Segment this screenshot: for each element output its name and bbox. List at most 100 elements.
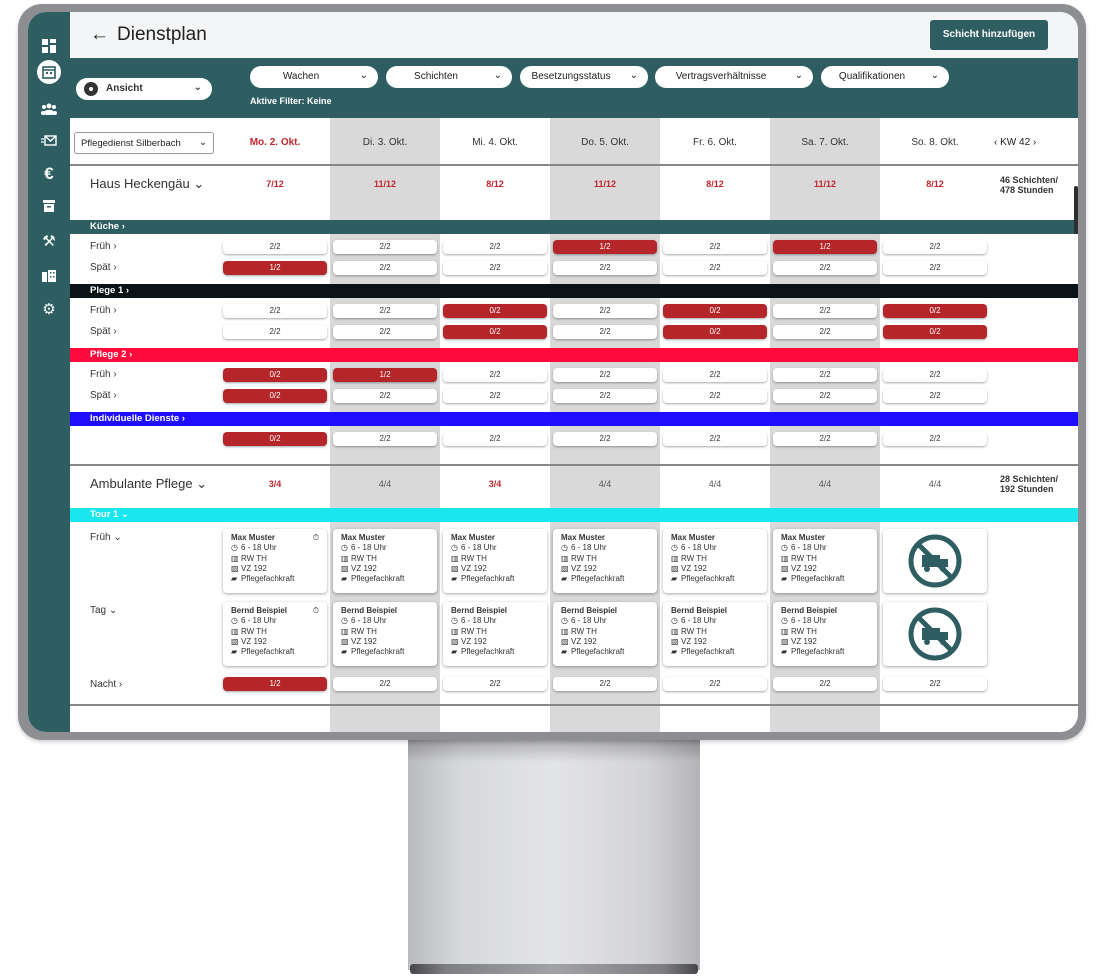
- filter-besetzungsstatus[interactable]: Besetzungsstatus ⌄: [520, 66, 648, 88]
- row-label-nacht[interactable]: Nacht ›: [90, 679, 122, 690]
- shift-cell[interactable]: 1/2: [223, 677, 327, 691]
- shift-cell[interactable]: 2/2: [443, 677, 547, 691]
- shift-cell[interactable]: 2/2: [333, 389, 437, 403]
- shift-cell[interactable]: 2/2: [553, 432, 657, 446]
- shift-cell[interactable]: 2/2: [773, 389, 877, 403]
- shift-cell[interactable]: 2/2: [663, 261, 767, 275]
- assignment-card[interactable]: Bernd Beispiel ◷ 6 - 18 Uhr ▥ RW TH ▧ VZ 192 ▰ P…: [443, 602, 547, 666]
- assignment-card[interactable]: Bernd Beispiel ⏱ ◷ 6 - 18 Uhr ▥ RW TH ▧ VZ 192 ▰…: [223, 602, 327, 666]
- shift-cell[interactable]: 2/2: [333, 240, 437, 254]
- row-label[interactable]: Spät ›: [90, 390, 117, 401]
- assignment-card[interactable]: Bernd Beispiel ◷ 6 - 18 Uhr ▥ RW TH ▧ VZ 192 ▰ P…: [773, 602, 877, 666]
- shift-cell[interactable]: 0/2: [223, 432, 327, 446]
- shift-cell[interactable]: 0/2: [443, 304, 547, 318]
- add-shift-button[interactable]: Schicht hinzufügen: [930, 20, 1048, 50]
- organization-select[interactable]: Pflegedienst Silberbach ⌄: [74, 132, 214, 154]
- shift-cell[interactable]: 2/2: [443, 261, 547, 275]
- assignment-card[interactable]: Max Muster ◷ 6 - 18 Uhr ▥ RW TH ▧ VZ 192 ▰ Pfleg…: [443, 529, 547, 593]
- filter-wachen[interactable]: Wachen ⌄: [250, 66, 378, 88]
- assignment-card[interactable]: Bernd Beispiel ◷ 6 - 18 Uhr ▥ RW TH ▧ VZ 192 ▰ P…: [663, 602, 767, 666]
- shift-cell[interactable]: 2/2: [663, 368, 767, 382]
- shift-cell[interactable]: 2/2: [553, 677, 657, 691]
- tools-icon[interactable]: ⚒: [37, 230, 61, 254]
- section-bar[interactable]: Individuelle Dienste ›: [70, 412, 1078, 426]
- shift-cell[interactable]: 2/2: [553, 261, 657, 275]
- row-label[interactable]: Früh ⌄: [90, 532, 122, 543]
- filter-qualifikationen[interactable]: Qualifikationen ⌄: [821, 66, 949, 88]
- row-label[interactable]: Früh ›: [90, 241, 117, 252]
- assignment-card[interactable]: Max Muster ◷ 6 - 18 Uhr ▥ RW TH ▧ VZ 192 ▰ Pfleg…: [333, 529, 437, 593]
- shift-cell[interactable]: 0/2: [443, 325, 547, 339]
- group-title[interactable]: Ambulante Pflege ⌄: [90, 476, 207, 492]
- shift-cell[interactable]: 2/2: [223, 304, 327, 318]
- chevron-right-icon[interactable]: ›: [1033, 137, 1036, 148]
- row-label[interactable]: Spät ›: [90, 326, 117, 337]
- shift-cell[interactable]: 0/2: [663, 304, 767, 318]
- row-label[interactable]: Früh ›: [90, 369, 117, 380]
- shift-cell[interactable]: 2/2: [553, 368, 657, 382]
- shift-cell[interactable]: 0/2: [223, 389, 327, 403]
- shift-cell[interactable]: 2/2: [333, 261, 437, 275]
- arrow-left-icon[interactable]: ←: [90, 24, 109, 45]
- shift-cell[interactable]: 1/2: [223, 261, 327, 275]
- shift-cell[interactable]: 2/2: [333, 304, 437, 318]
- shift-cell[interactable]: 2/2: [883, 677, 987, 691]
- euro-icon[interactable]: €: [37, 162, 61, 186]
- tour-bar[interactable]: Tour 1 ⌄: [70, 508, 1078, 522]
- assignment-card[interactable]: Bernd Beispiel ◷ 6 - 18 Uhr ▥ RW TH ▧ VZ 192 ▰ P…: [333, 602, 437, 666]
- shift-cell[interactable]: 0/2: [883, 325, 987, 339]
- scrollbar-thumb[interactable]: [1074, 186, 1078, 234]
- shift-cell[interactable]: 2/2: [663, 389, 767, 403]
- week-navigator[interactable]: ‹ KW 42 ›: [994, 137, 1036, 148]
- shift-cell[interactable]: 2/2: [553, 325, 657, 339]
- assignment-card[interactable]: Max Muster ◷ 6 - 18 Uhr ▥ RW TH ▧ VZ 192 ▰ Pfleg…: [663, 529, 767, 593]
- shift-cell[interactable]: 2/2: [773, 325, 877, 339]
- shift-cell[interactable]: 1/2: [773, 240, 877, 254]
- assignment-card[interactable]: Max Muster ◷ 6 - 18 Uhr ▥ RW TH ▧ VZ 192 ▰ Pfleg…: [553, 529, 657, 593]
- shift-cell[interactable]: 0/2: [223, 368, 327, 382]
- shift-cell[interactable]: 2/2: [333, 325, 437, 339]
- filter-schichten[interactable]: Schichten ⌄: [386, 66, 512, 88]
- chevron-left-icon[interactable]: ‹: [994, 137, 997, 148]
- shift-cell[interactable]: 2/2: [443, 432, 547, 446]
- people-icon[interactable]: [37, 97, 61, 121]
- dashboard-icon[interactable]: [37, 34, 61, 58]
- row-label[interactable]: Spät ›: [90, 262, 117, 273]
- shift-cell[interactable]: 2/2: [333, 432, 437, 446]
- calendar-icon[interactable]: [37, 60, 61, 84]
- row-label[interactable]: Tag ⌄: [90, 605, 117, 616]
- assignment-card[interactable]: Max Muster ⏱ ◷ 6 - 18 Uhr ▥ RW TH ▧ VZ 192 ▰ Pfle…: [223, 529, 327, 593]
- shift-cell[interactable]: 2/2: [443, 240, 547, 254]
- shift-cell[interactable]: 1/2: [553, 240, 657, 254]
- shift-cell[interactable]: 2/2: [773, 677, 877, 691]
- section-bar[interactable]: Küche ›: [70, 220, 1078, 234]
- shift-cell[interactable]: 2/2: [773, 432, 877, 446]
- shift-cell[interactable]: 2/2: [443, 389, 547, 403]
- shift-cell[interactable]: 2/2: [883, 432, 987, 446]
- shift-cell[interactable]: 2/2: [773, 261, 877, 275]
- section-bar[interactable]: Pflege 2 ›: [70, 348, 1078, 362]
- shift-cell[interactable]: 2/2: [883, 261, 987, 275]
- shift-cell[interactable]: 1/2: [333, 368, 437, 382]
- shift-cell[interactable]: 2/2: [333, 677, 437, 691]
- mail-icon[interactable]: [37, 129, 61, 153]
- assignment-card[interactable]: Max Muster ◷ 6 - 18 Uhr ▥ RW TH ▧ VZ 192 ▰ Pfleg…: [773, 529, 877, 593]
- group-title[interactable]: Haus Heckengäu ⌄: [90, 176, 204, 192]
- shift-cell[interactable]: 2/2: [883, 389, 987, 403]
- settings-icon[interactable]: ⚙: [37, 298, 61, 322]
- shift-cell[interactable]: 2/2: [663, 432, 767, 446]
- shift-cell[interactable]: 2/2: [443, 368, 547, 382]
- building-icon[interactable]: [37, 264, 61, 288]
- shift-cell[interactable]: 0/2: [663, 325, 767, 339]
- shift-cell[interactable]: 2/2: [223, 240, 327, 254]
- shift-cell[interactable]: 2/2: [883, 240, 987, 254]
- shift-cell[interactable]: 2/2: [883, 368, 987, 382]
- shift-cell[interactable]: 2/2: [773, 304, 877, 318]
- shift-cell[interactable]: 2/2: [553, 304, 657, 318]
- shift-cell[interactable]: 0/2: [883, 304, 987, 318]
- section-bar[interactable]: Plege 1 ›: [70, 284, 1078, 298]
- shift-cell[interactable]: 2/2: [773, 368, 877, 382]
- archive-icon[interactable]: [37, 194, 61, 218]
- row-label[interactable]: Früh ›: [90, 305, 117, 316]
- assignment-card[interactable]: Bernd Beispiel ◷ 6 - 18 Uhr ▥ RW TH ▧ VZ 192 ▰ P…: [553, 602, 657, 666]
